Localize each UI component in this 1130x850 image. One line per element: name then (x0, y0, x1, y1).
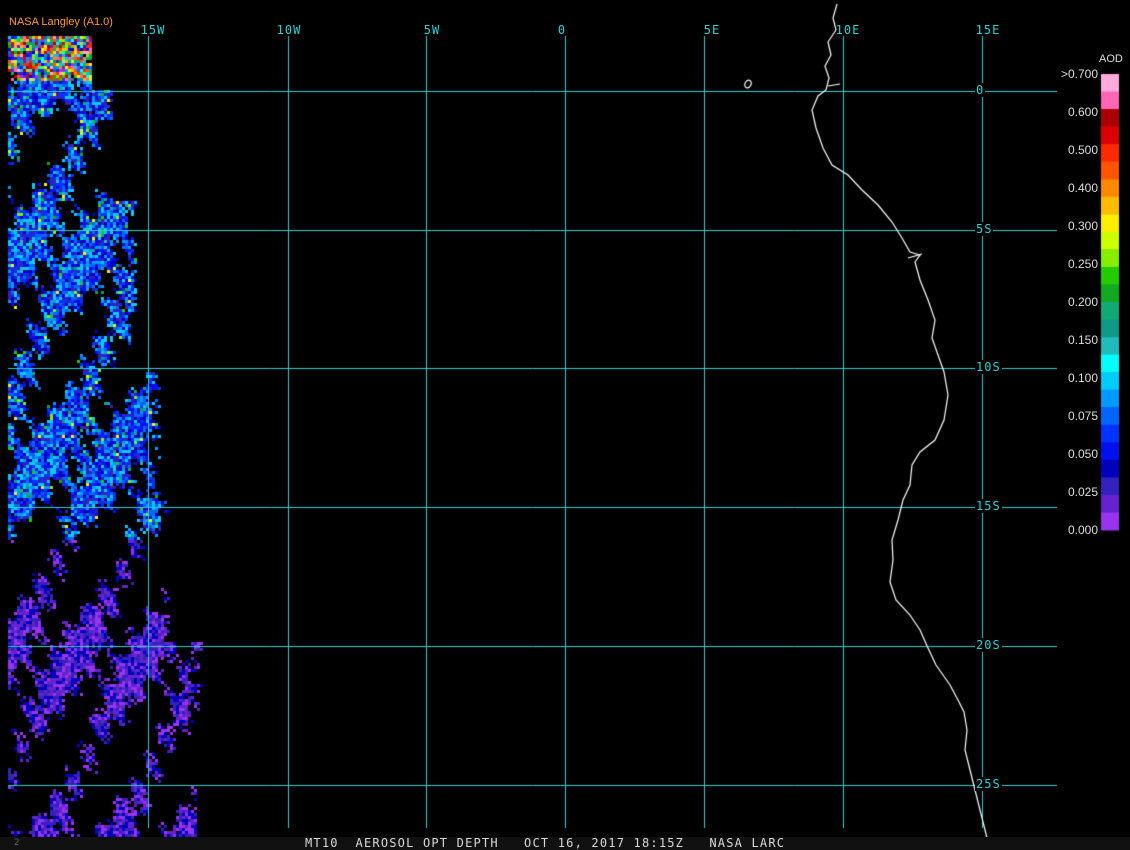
footer-number: 2 (14, 838, 20, 848)
legend-label: 0.500 (1067, 143, 1098, 157)
legend-label: >0.700 (1060, 67, 1098, 81)
legend-label: 0.100 (1067, 371, 1098, 385)
legend-label: 0.300 (1067, 219, 1098, 233)
lat-label-10s: 10S (975, 360, 1002, 374)
lat-label-5s: 5S (975, 222, 994, 236)
legend-label: 0.600 (1067, 105, 1098, 119)
lon-label-10w: 10W (276, 23, 302, 37)
lat-label-15s: 15S (975, 499, 1002, 513)
legend-label: 0.050 (1067, 447, 1098, 461)
legend-label: 0.150 (1067, 333, 1098, 347)
lon-label-15e: 15E (975, 23, 1001, 37)
legend-label: 0.250 (1067, 257, 1098, 271)
lat-label-20s: 20S (975, 638, 1002, 652)
legend-label: 0.000 (1067, 523, 1098, 537)
lon-label-5e: 5E (703, 23, 721, 37)
footer-caption: MT10 AEROSOL OPT DEPTH OCT 16, 2017 18:1… (305, 836, 786, 850)
lat-label-25s: 25S (975, 777, 1002, 791)
lon-label-5w: 5W (423, 23, 441, 37)
legend-label: 0.400 (1067, 181, 1098, 195)
aerosol-map-canvas (0, 0, 1130, 850)
lat-label-0: 0 (975, 83, 986, 97)
legend-label: 0.075 (1067, 409, 1098, 423)
legend-label: 0.200 (1067, 295, 1098, 309)
credit-label: NASA Langley (A1.0) (9, 16, 113, 28)
footer-bar: 2 MT10 AEROSOL OPT DEPTH OCT 16, 2017 18… (0, 837, 1130, 850)
lon-label-15w: 15W (140, 23, 166, 37)
lon-label-0: 0 (557, 23, 567, 37)
legend-title: AOD (1099, 53, 1123, 65)
legend-label: 0.025 (1067, 485, 1098, 499)
lon-label-10e: 10E (835, 23, 861, 37)
